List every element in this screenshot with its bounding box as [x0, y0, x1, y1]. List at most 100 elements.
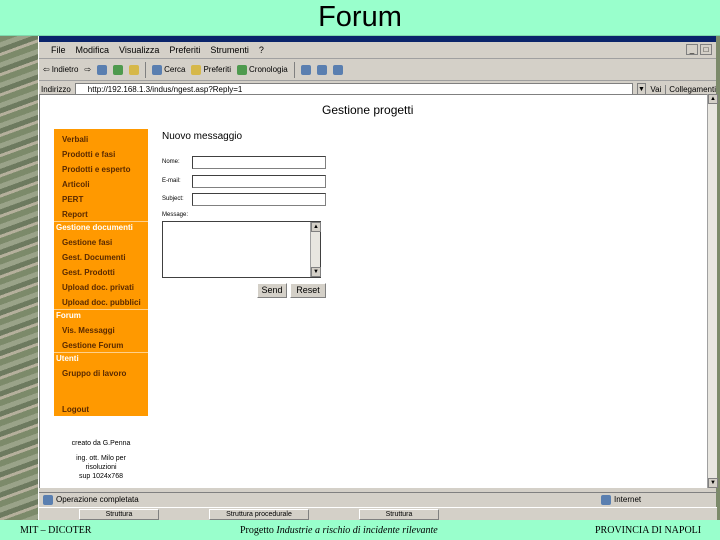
globe-icon [601, 494, 611, 505]
sidebar-item-verbali[interactable]: Verbali [62, 135, 88, 144]
scroll-up-icon[interactable]: ▲ [311, 222, 321, 232]
taskbar-button-struttura-procedurale[interactable]: Struttura procedurale [209, 509, 309, 520]
slide-title: Forum [318, 1, 402, 33]
browser-window: File Modifica Visualizza Preferiti Strum… [38, 36, 718, 520]
sidebar-item-vis-messaggi[interactable]: Vis. Messaggi [62, 326, 115, 335]
edit-icon [332, 64, 343, 75]
credits-line: ing. ott. Milo per [76, 455, 126, 462]
menu-modifica[interactable]: Modifica [76, 45, 110, 55]
taskbar-button-struttura[interactable]: Struttura [79, 509, 159, 520]
home-button[interactable] [129, 64, 140, 75]
favorites-label: Preferiti [203, 65, 231, 74]
zone-text: Internet [614, 495, 642, 504]
print-button[interactable] [316, 64, 327, 75]
stop-icon [97, 64, 108, 75]
history-button[interactable]: Cronologia [237, 64, 288, 75]
browser-toolbar: ⇦ Indietro ⇨ Cerca Preferiti Cronologia [39, 59, 716, 81]
sidebar-section-forum: Forum [56, 311, 81, 320]
sidebar-item-prodotti-esperto[interactable]: Prodotti e esperto [62, 165, 130, 174]
refresh-icon [113, 64, 124, 75]
sidebar: Verbali Prodotti e fasi Prodotti e esper… [54, 129, 148, 416]
subject-label: Subject: [162, 196, 184, 202]
footer-left: MIT – DICOTER [20, 524, 92, 536]
name-label: Nome: [162, 159, 180, 165]
page-viewport: Gestione progetti Verbali Prodotti e fas… [39, 94, 707, 488]
taskbar: Struttura Struttura procedurale Struttur… [39, 507, 717, 520]
sidebar-item-report[interactable]: Report [62, 210, 88, 219]
status-left: Operazione completata [43, 494, 139, 505]
toolbar-separator [145, 61, 147, 78]
links-button[interactable]: Collegamenti [665, 85, 716, 94]
favorites-icon [191, 64, 202, 75]
status-zone: Internet [601, 494, 642, 505]
sidebar-section-utenti: Utenti [56, 354, 79, 363]
sidebar-item-logout[interactable]: Logout [62, 405, 89, 414]
sidebar-item-prodotti-fasi[interactable]: Prodotti e fasi [62, 150, 115, 159]
menu-visualizza[interactable]: Visualizza [119, 45, 159, 55]
search-button[interactable]: Cerca [152, 64, 186, 75]
sidebar-item-articoli[interactable]: Articoli [62, 180, 90, 189]
status-bar: Operazione completata Internet [39, 492, 717, 506]
sidebar-item-gest-prodotti[interactable]: Gest. Prodotti [62, 268, 115, 277]
page-done-icon [43, 494, 53, 505]
sidebar-divider [54, 309, 148, 310]
credits-line: risoluzioni [85, 464, 117, 471]
page-scrollbar[interactable]: ▲ ▼ [707, 94, 718, 488]
scroll-down-icon[interactable]: ▼ [311, 267, 321, 277]
sidebar-item-upload-pubblici[interactable]: Upload doc. pubblici [62, 298, 141, 307]
aerial-photo-strip [0, 36, 38, 520]
menu-file[interactable]: File [51, 45, 66, 55]
footer-right: PROVINCIA DI NAPOLI [595, 524, 702, 536]
forward-button[interactable]: ⇨ [84, 65, 91, 74]
footer-center: Progetto Industrie a rischio di incident… [240, 525, 438, 536]
sidebar-item-gruppo-lavoro[interactable]: Gruppo di lavoro [62, 369, 126, 378]
sidebar-divider [54, 352, 148, 353]
back-label: Indietro [51, 65, 79, 74]
go-button[interactable]: Vai [650, 85, 661, 94]
credits-line: sup 1024x768 [79, 473, 123, 480]
sidebar-item-gest-documenti[interactable]: Gest. Documenti [62, 253, 126, 262]
message-scrollbar[interactable]: ▲ ▼ [310, 222, 321, 277]
sidebar-divider [54, 221, 148, 222]
slide-footer: MIT – DICOTER Progetto Industrie a risch… [0, 520, 720, 540]
window-controls: _ □ [686, 44, 712, 55]
refresh-button[interactable] [113, 64, 124, 75]
taskbar-button-struttura-2[interactable]: Struttura [359, 509, 439, 520]
mail-button[interactable] [300, 64, 311, 75]
minimize-icon[interactable]: _ [686, 44, 698, 55]
message-textarea[interactable]: ▲ ▼ [162, 221, 321, 278]
menu-preferiti[interactable]: Preferiti [169, 45, 200, 55]
subject-field[interactable] [192, 193, 326, 206]
forward-arrow-icon: ⇨ [84, 65, 92, 74]
status-text: Operazione completata [56, 495, 139, 504]
scroll-down-icon[interactable]: ▼ [708, 478, 718, 488]
mail-icon [300, 64, 311, 75]
sidebar-item-gestione-forum[interactable]: Gestione Forum [62, 341, 123, 350]
history-label: Cronologia [249, 65, 288, 74]
menu-strumenti[interactable]: Strumenti [210, 45, 249, 55]
address-label: Indirizzo [41, 85, 71, 94]
email-label: E-mail: [162, 178, 181, 184]
stop-button[interactable] [97, 64, 108, 75]
back-button[interactable]: ⇦ Indietro [43, 65, 78, 74]
menu-help[interactable]: ? [259, 45, 264, 55]
send-button[interactable]: Send [257, 283, 287, 298]
reset-button[interactable]: Reset [290, 283, 326, 298]
form-title: Nuovo messaggio [162, 131, 243, 142]
back-arrow-icon: ⇦ [43, 65, 50, 74]
sidebar-credits: creato da G.Penna ing. ott. Milo per ris… [54, 439, 148, 481]
home-icon [129, 64, 140, 75]
edit-button[interactable] [332, 64, 343, 75]
slide-title-bar: Forum [0, 0, 720, 36]
favorites-button[interactable]: Preferiti [191, 64, 231, 75]
scroll-up-icon[interactable]: ▲ [708, 94, 718, 104]
name-field[interactable] [192, 156, 326, 169]
maximize-icon[interactable]: □ [700, 44, 712, 55]
email-field[interactable] [192, 175, 326, 188]
sidebar-item-upload-privati[interactable]: Upload doc. privati [62, 283, 134, 292]
sidebar-item-pert[interactable]: PERT [62, 195, 83, 204]
search-label: Cerca [164, 65, 186, 74]
message-label: Message: [162, 212, 189, 218]
sidebar-item-gestione-fasi[interactable]: Gestione fasi [62, 238, 112, 247]
sidebar-section-documenti: Gestione documenti [56, 223, 133, 232]
